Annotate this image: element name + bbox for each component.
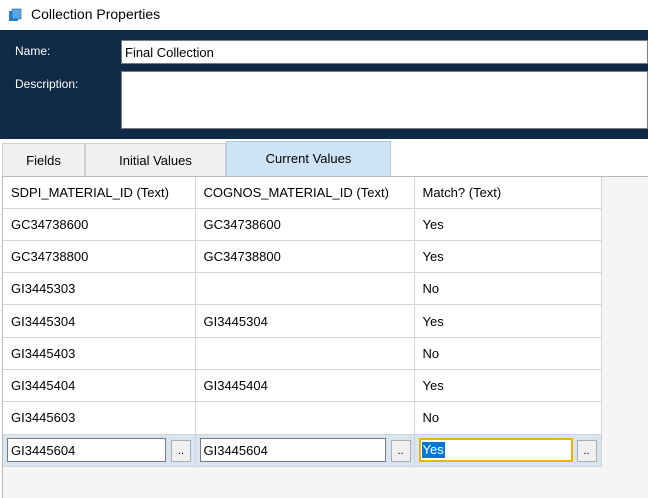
cell-cognos[interactable]: GC34738600 (195, 208, 415, 241)
cell-match[interactable]: No (414, 401, 602, 435)
table-row[interactable]: GI3445304 GI3445304 Yes (3, 304, 602, 338)
cell-sdpi[interactable]: GC34738600 (3, 208, 196, 241)
table-row[interactable]: GI3445403 No (3, 337, 602, 370)
edit-cell-sdpi: .. (3, 434, 196, 467)
table-row[interactable]: GC34738800 GC34738800 Yes (3, 240, 602, 274)
tab-current-values[interactable]: Current Values (226, 141, 391, 176)
table-row[interactable]: GI3445603 No (3, 401, 602, 435)
cell-sdpi[interactable]: GI3445603 (3, 401, 196, 435)
table-row[interactable]: GC34738600 GC34738600 Yes (3, 208, 602, 241)
edit-cell-cognos: .. (195, 434, 415, 467)
tab-strip: Fields Initial Values Current Values (0, 139, 648, 176)
column-header-match[interactable]: Match? (Text) (414, 177, 602, 209)
cell-cognos[interactable] (195, 272, 415, 306)
tab-initial-values[interactable]: Initial Values (85, 143, 226, 176)
edit-cell-match-wrap: Yes .. (418, 437, 601, 463)
header-row: SDPI_MATERIAL_ID (Text) COGNOS_MATERIAL_… (3, 177, 602, 209)
window-title: Collection Properties (31, 6, 161, 22)
cell-sdpi[interactable]: GI3445304 (3, 304, 196, 338)
cell-match[interactable]: Yes (414, 369, 602, 403)
match-ellipsis-button[interactable]: .. (576, 440, 597, 463)
cell-match[interactable]: Yes (414, 240, 602, 274)
edit-row[interactable]: .. .. Yes .. (3, 434, 602, 467)
sdpi-edit-input[interactable] (7, 438, 166, 463)
description-input[interactable] (121, 71, 648, 129)
edit-cell-match: Yes .. (414, 434, 602, 467)
title-bar: Collection Properties (0, 0, 648, 30)
cell-match[interactable]: Yes (414, 208, 602, 241)
cognos-ellipsis-button[interactable]: .. (390, 440, 411, 463)
tab-fields[interactable]: Fields (2, 143, 85, 176)
properties-header-panel: Name: Description: (0, 30, 648, 139)
table-row[interactable]: GI3445303 No (3, 272, 602, 306)
cell-cognos[interactable]: GC34738800 (195, 240, 415, 274)
cell-sdpi[interactable]: GI3445403 (3, 337, 196, 370)
cell-match[interactable]: No (414, 272, 602, 306)
sdpi-ellipsis-button[interactable]: .. (171, 440, 191, 463)
edit-cell-cognos-wrap: .. (199, 437, 414, 463)
table-row[interactable]: GI3445404 GI3445404 Yes (3, 369, 602, 403)
cognos-edit-input[interactable] (199, 438, 386, 463)
match-edit-selected-text: Yes (421, 442, 445, 459)
description-label: Description: (15, 77, 79, 91)
cell-cognos[interactable]: GI3445304 (195, 304, 415, 338)
cell-sdpi[interactable]: GI3445303 (3, 272, 196, 306)
cell-cognos[interactable]: GI3445404 (195, 369, 415, 403)
edit-cell-sdpi-wrap: .. (7, 437, 195, 463)
values-table: SDPI_MATERIAL_ID (Text) COGNOS_MATERIAL_… (3, 177, 602, 467)
name-label: Name: (15, 44, 51, 58)
cell-cognos[interactable] (195, 401, 415, 435)
column-header-sdpi[interactable]: SDPI_MATERIAL_ID (Text) (3, 177, 196, 209)
name-input[interactable] (121, 40, 648, 64)
cell-cognos[interactable] (195, 337, 415, 370)
collection-app-icon (9, 8, 22, 21)
cell-match[interactable]: No (414, 337, 602, 370)
column-header-cognos[interactable]: COGNOS_MATERIAL_ID (Text) (195, 177, 415, 209)
cell-sdpi[interactable]: GI3445404 (3, 369, 196, 403)
cell-match[interactable]: Yes (414, 304, 602, 338)
cell-sdpi[interactable]: GC34738800 (3, 240, 196, 274)
current-values-grid: SDPI_MATERIAL_ID (Text) COGNOS_MATERIAL_… (2, 176, 648, 498)
